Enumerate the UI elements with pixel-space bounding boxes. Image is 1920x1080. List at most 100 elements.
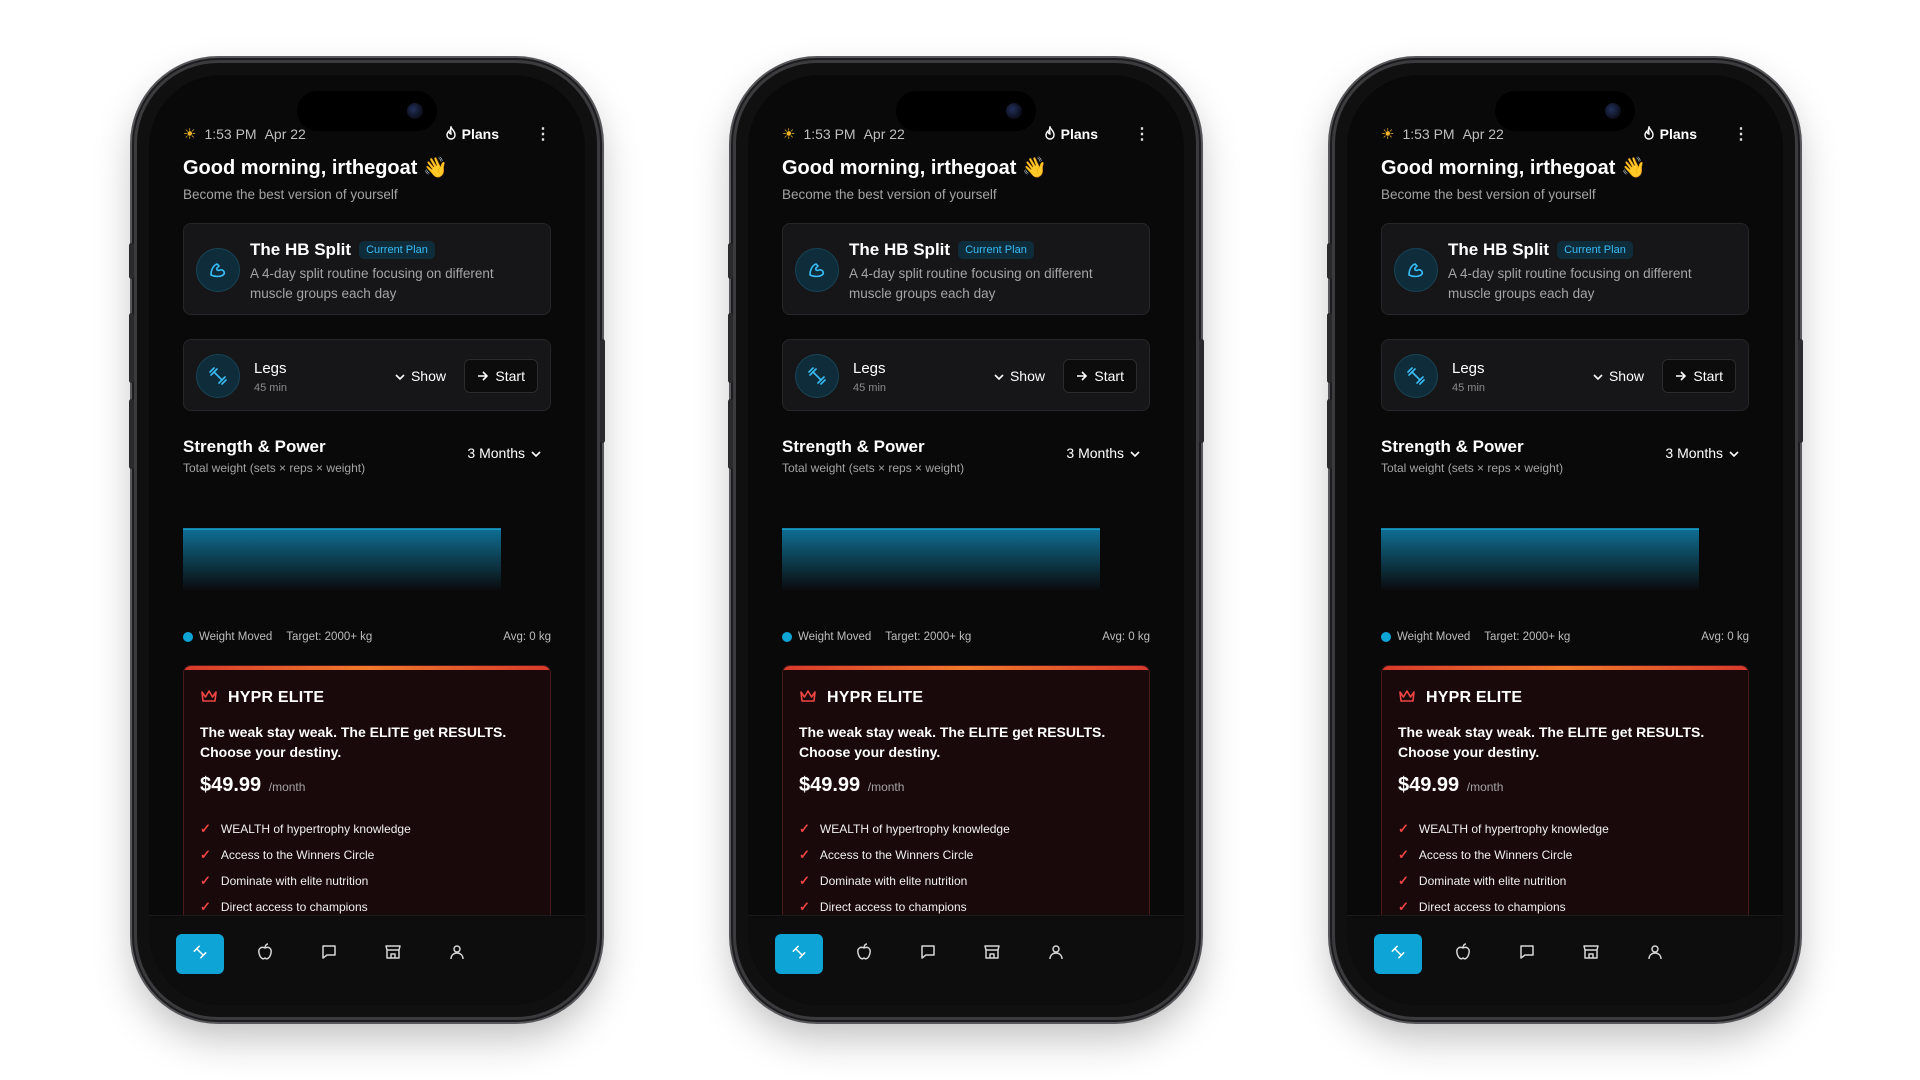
phone-mockup: ☀ 1:53 PM Apr 22 Plans ⋮ Good morning, i…	[728, 60, 1204, 1020]
arrow-right-icon	[1675, 368, 1687, 384]
weight-chart	[782, 481, 1150, 617]
workout-duration: 45 min	[853, 382, 887, 394]
range-select[interactable]: 3 Months	[1665, 445, 1739, 461]
dumbbell-icon	[196, 354, 240, 398]
dumbbell-icon	[795, 354, 839, 398]
check-icon: ✓	[1398, 873, 1409, 888]
crown-icon	[1398, 688, 1416, 709]
tab-store[interactable]	[369, 934, 417, 974]
tab-store[interactable]	[968, 934, 1016, 974]
dynamic-island	[1495, 91, 1635, 131]
crown-icon	[799, 688, 817, 709]
range-select[interactable]: 3 Months	[467, 445, 541, 461]
price-period: /month	[867, 780, 905, 794]
tab-profile[interactable]	[433, 934, 481, 974]
current-plan-badge: Current Plan	[1557, 241, 1633, 259]
elite-feature-item: ✓ WEALTH of hypertrophy knowledge	[1398, 816, 1609, 842]
tab-workouts[interactable]	[775, 934, 823, 974]
chart-legend: Weight Moved Target: 2000+ kg Avg: 0 kg	[1381, 631, 1749, 643]
plans-button[interactable]: Plans	[1643, 124, 1697, 143]
status-date: Apr 22	[863, 126, 905, 142]
legend-dot	[1381, 632, 1391, 642]
feature-label: Access to the Winners Circle	[1418, 848, 1573, 862]
arrow-right-icon	[477, 368, 489, 384]
greeting-subtitle: Become the best version of yourself	[782, 187, 997, 202]
arrow-right-icon	[1076, 368, 1088, 384]
tab-chat[interactable]	[1503, 934, 1551, 974]
tab-nutrition[interactable]	[241, 934, 289, 974]
tab-workouts[interactable]	[1374, 934, 1422, 974]
show-button[interactable]: Show	[994, 368, 1045, 384]
more-menu-icon[interactable]: ⋮	[1134, 124, 1150, 144]
chart-legend: Weight Moved Target: 2000+ kg Avg: 0 kg	[782, 631, 1150, 643]
start-button[interactable]: Start	[1662, 359, 1736, 393]
workout-card: Legs 45 min Show Start	[782, 339, 1150, 411]
range-label: 3 Months	[467, 445, 525, 461]
show-button[interactable]: Show	[1593, 368, 1644, 384]
bicep-icon	[795, 248, 839, 292]
weight-area	[1381, 529, 1699, 591]
elite-upsell-card[interactable]: HYPR ELITE The weak stay weak. The ELITE…	[782, 665, 1150, 925]
elite-title: HYPR ELITE	[827, 689, 924, 706]
show-label: Show	[1608, 368, 1644, 384]
tab-profile[interactable]	[1631, 934, 1679, 974]
workout-duration: 45 min	[254, 382, 288, 394]
show-label: Show	[1009, 368, 1045, 384]
tab-store[interactable]	[1567, 934, 1615, 974]
feature-label: Direct access to champions	[1418, 900, 1566, 914]
legend-dot	[782, 632, 792, 642]
start-button[interactable]: Start	[464, 359, 538, 393]
current-plan-card[interactable]: The HB Split Current Plan A 4-day split …	[183, 223, 551, 315]
elite-feature-item: ✓ WEALTH of hypertrophy knowledge	[200, 816, 411, 842]
elite-title: HYPR ELITE	[228, 689, 325, 706]
tab-profile[interactable]	[1032, 934, 1080, 974]
weight-chart	[183, 481, 551, 617]
status-time: 1:53 PM	[1402, 126, 1455, 142]
tab-nutrition[interactable]	[1439, 934, 1487, 974]
greeting-title: Good morning, irthegoat 👋	[782, 157, 1047, 179]
phone-mockup: ☀ 1:53 PM Apr 22 Plans ⋮ Good morning, i…	[1327, 60, 1803, 1020]
check-icon: ✓	[1398, 821, 1409, 836]
progress-title: Strength & Power	[1381, 437, 1524, 456]
more-menu-icon[interactable]: ⋮	[1733, 124, 1749, 144]
profile-icon	[1049, 944, 1063, 965]
feature-label: Direct access to champions	[220, 900, 368, 914]
feature-label: WEALTH of hypertrophy knowledge	[220, 822, 411, 836]
elite-upsell-card[interactable]: HYPR ELITE The weak stay weak. The ELITE…	[183, 665, 551, 925]
flame-icon	[1044, 124, 1056, 143]
chart-svg	[782, 528, 1100, 591]
workout-duration: 45 min	[1452, 382, 1486, 394]
plans-button[interactable]: Plans	[445, 124, 499, 143]
current-plan-card[interactable]: The HB Split Current Plan A 4-day split …	[782, 223, 1150, 315]
elite-upsell-card[interactable]: HYPR ELITE The weak stay weak. The ELITE…	[1381, 665, 1749, 925]
plan-description: A 4-day split routine focusing on differ…	[250, 266, 494, 301]
tab-chat[interactable]	[904, 934, 952, 974]
dynamic-island	[896, 91, 1036, 131]
show-button[interactable]: Show	[395, 368, 446, 384]
status-date: Apr 22	[264, 126, 306, 142]
workouts-icon	[790, 943, 808, 966]
chat-icon	[920, 944, 936, 965]
elite-tagline: The weak stay weak. The ELITE get RESULT…	[200, 724, 507, 760]
nutrition-icon	[1455, 942, 1471, 966]
tab-nutrition[interactable]	[840, 934, 888, 974]
start-button[interactable]: Start	[1063, 359, 1137, 393]
plans-button[interactable]: Plans	[1044, 124, 1098, 143]
tab-chat[interactable]	[305, 934, 353, 974]
range-label: 3 Months	[1066, 445, 1124, 461]
more-menu-icon[interactable]: ⋮	[535, 124, 551, 144]
crown-icon	[200, 688, 218, 709]
chat-icon	[1519, 944, 1535, 965]
check-icon: ✓	[1398, 847, 1409, 862]
elite-features: ✓ WEALTH of hypertrophy knowledge ✓ Access …	[200, 816, 411, 920]
tab-workouts[interactable]	[176, 934, 224, 974]
average-label: Avg: 0 kg	[503, 631, 551, 643]
elite-features: ✓ WEALTH of hypertrophy knowledge ✓ Access …	[799, 816, 1010, 920]
profile-icon	[450, 944, 464, 965]
range-select[interactable]: 3 Months	[1066, 445, 1140, 461]
plan-name: The HB Split	[1448, 240, 1550, 259]
app-screen: ☀ 1:53 PM Apr 22 Plans ⋮ Good morning, i…	[1347, 75, 1783, 1005]
current-plan-card[interactable]: The HB Split Current Plan A 4-day split …	[1381, 223, 1749, 315]
start-label: Start	[1693, 368, 1723, 384]
weight-area	[782, 529, 1100, 591]
